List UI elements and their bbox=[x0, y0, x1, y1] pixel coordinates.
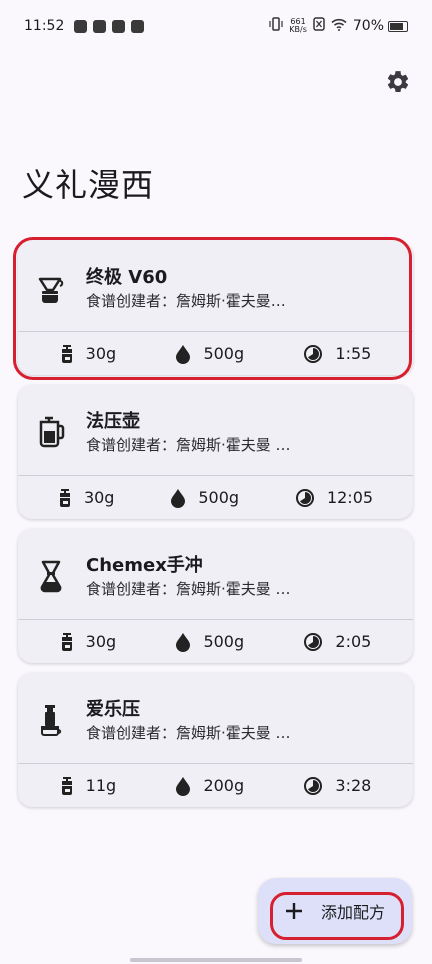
recipe-author: 食谱创建者：詹姆斯·霍夫曼 … bbox=[86, 580, 291, 598]
water-value: 500g bbox=[198, 488, 240, 507]
highlight-box bbox=[13, 237, 412, 380]
water-drop-icon bbox=[171, 488, 186, 508]
grinder-icon bbox=[61, 632, 72, 651]
timer-icon bbox=[304, 776, 323, 795]
coffee-value: 30g bbox=[83, 488, 115, 507]
water-amount: 200g bbox=[175, 776, 244, 796]
settings-button[interactable] bbox=[382, 66, 414, 98]
recipe-title: 法压壶 bbox=[86, 411, 140, 432]
coffee-amount: 11g bbox=[60, 776, 117, 796]
net-speed-unit: KB/s bbox=[289, 25, 307, 34]
status-time: 11:52 bbox=[24, 18, 65, 34]
timer-icon bbox=[295, 488, 314, 507]
status-left: 11:52 bbox=[24, 18, 145, 34]
brew-time: 2:05 bbox=[303, 632, 371, 652]
chemex-icon bbox=[40, 560, 62, 593]
sim-icon bbox=[313, 17, 325, 35]
water-drop-icon bbox=[176, 776, 191, 796]
home-indicator[interactable] bbox=[130, 958, 302, 962]
recipe-title: 爱乐压 bbox=[86, 699, 140, 720]
grinder-icon bbox=[61, 776, 72, 795]
coffee-value: 30g bbox=[85, 632, 117, 651]
net-speed: 661 KB/s bbox=[289, 18, 307, 34]
aeropress-icon bbox=[41, 705, 62, 736]
recipe-author: 食谱创建者：詹姆斯·霍夫曼 … bbox=[86, 436, 291, 454]
notification-app-icon bbox=[93, 19, 107, 33]
recipe-card-french-press[interactable]: 法压壶 食谱创建者：詹姆斯·霍夫曼 … 30g 500g 12:05 bbox=[18, 385, 413, 519]
french-press-icon bbox=[39, 416, 65, 448]
water-value: 200g bbox=[203, 776, 245, 795]
time-value: 2:05 bbox=[335, 632, 372, 651]
grinder-icon bbox=[59, 488, 70, 507]
battery: 70% bbox=[353, 18, 408, 34]
brew-time: 12:05 bbox=[295, 488, 373, 508]
water-drop-icon bbox=[176, 632, 191, 652]
recipe-title: Chemex手冲 bbox=[86, 555, 203, 576]
time-value: 12:05 bbox=[326, 488, 374, 507]
water-amount: 500g bbox=[170, 488, 239, 508]
vibrate-icon bbox=[269, 17, 283, 35]
gear-icon bbox=[387, 71, 409, 92]
brew-time: 3:28 bbox=[303, 776, 371, 796]
status-bar: 11:52 661 KB/s 70% bbox=[0, 0, 432, 52]
recipe-card-chemex[interactable]: Chemex手冲 食谱创建者：詹姆斯·霍夫曼 … 30g 500g 2:05 bbox=[18, 529, 413, 663]
notification-app-icon bbox=[74, 19, 88, 33]
highlight-box bbox=[270, 892, 404, 940]
coffee-amount: 30g bbox=[60, 632, 117, 652]
coffee-amount: 30g bbox=[58, 488, 115, 508]
time-value: 3:28 bbox=[335, 776, 372, 795]
notification-play-icon bbox=[112, 19, 126, 33]
notification-mail-icon bbox=[131, 19, 145, 33]
water-value: 500g bbox=[203, 632, 245, 651]
page-title: 义礼漫西 bbox=[22, 166, 155, 204]
wifi-icon bbox=[331, 18, 347, 35]
battery-percent: 70% bbox=[352, 18, 384, 34]
timer-icon bbox=[304, 632, 323, 651]
battery-icon bbox=[388, 20, 408, 32]
coffee-value: 11g bbox=[85, 776, 117, 795]
recipe-author: 食谱创建者：詹姆斯·霍夫曼 … bbox=[86, 724, 291, 742]
status-right: 661 KB/s 70% bbox=[269, 17, 408, 35]
recipe-card-aeropress[interactable]: 爱乐压 食谱创建者：詹姆斯·霍夫曼 … 11g 200g 3:28 bbox=[18, 673, 413, 807]
water-amount: 500g bbox=[175, 632, 244, 652]
